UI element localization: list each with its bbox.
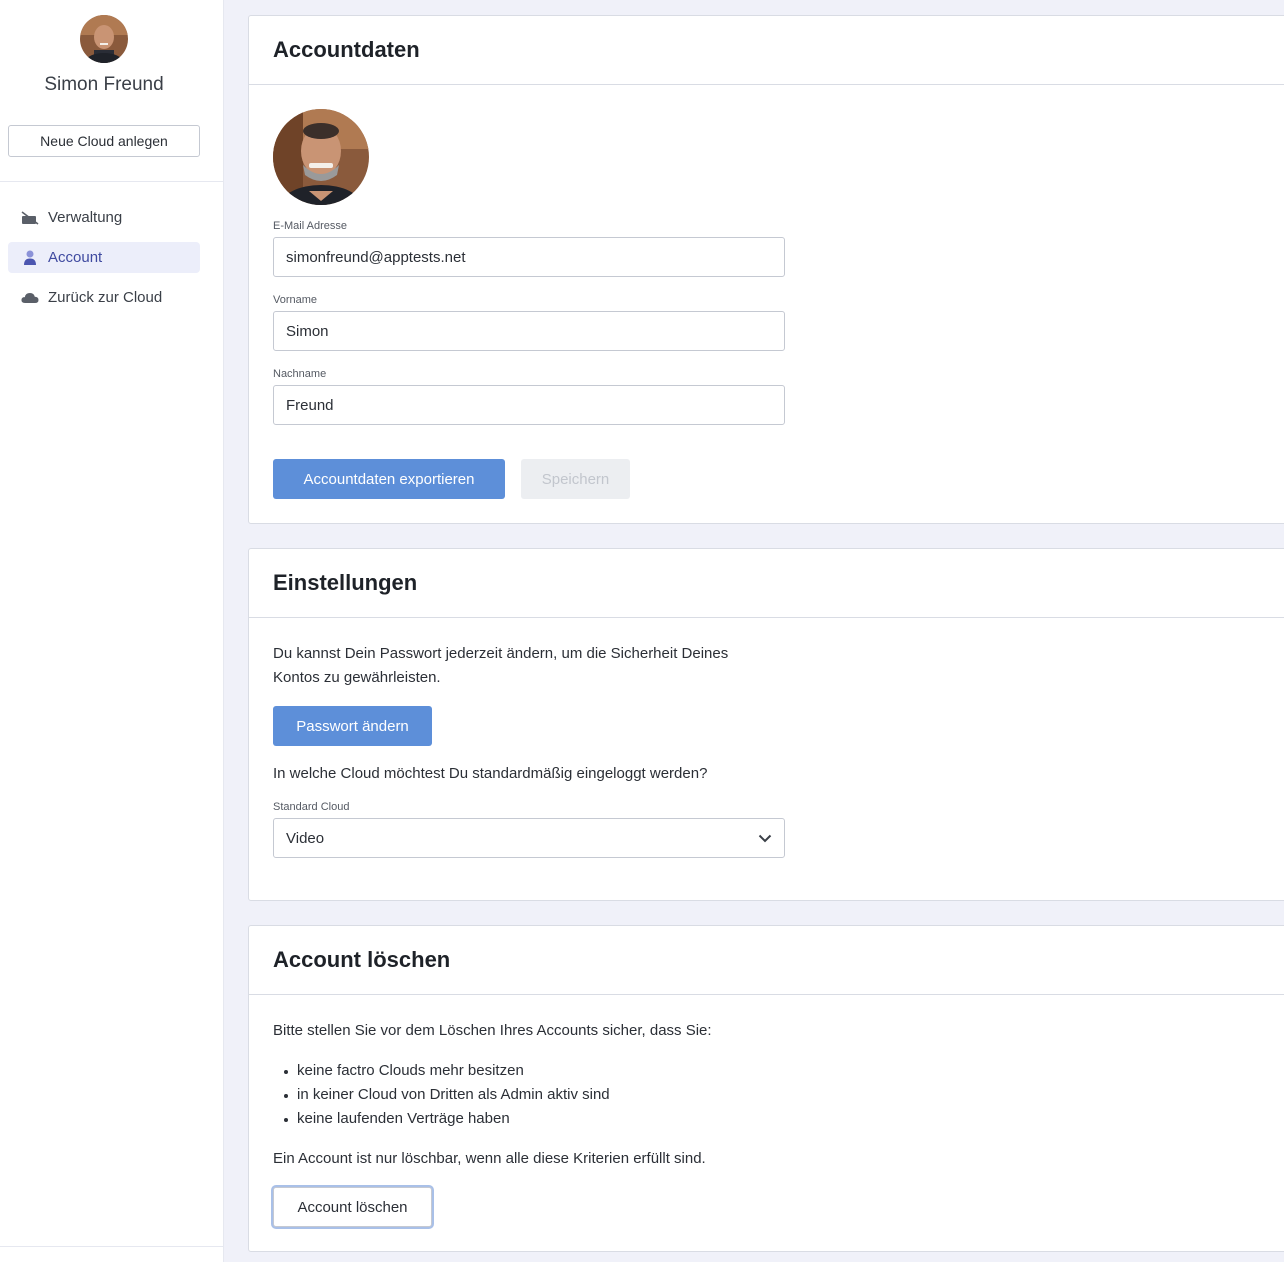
default-cloud-value: Video (286, 829, 325, 847)
default-cloud-select[interactable]: Video (273, 818, 785, 858)
settings-card: Einstellungen Du kannst Dein Passwort je… (248, 548, 1284, 901)
card-title: Einstellungen (273, 570, 418, 595)
default-cloud-question: In welche Cloud möchtest Du standardmäßi… (273, 765, 708, 782)
first-name-label: Vorname (273, 294, 318, 306)
sidebar-item-account[interactable]: Account (8, 242, 200, 273)
sidebar-item-label: Zurück zur Cloud (48, 289, 163, 306)
list-item: in keiner Cloud von Dritten als Admin ak… (284, 1083, 610, 1107)
user-photo-icon (273, 109, 369, 205)
sidebar-bottom-divider (0, 1246, 224, 1247)
user-icon (20, 250, 40, 266)
card-title: Account löschen (273, 947, 451, 972)
change-password-button[interactable]: Passwort ändern (273, 706, 432, 746)
delete-criteria-list: keine factro Clouds mehr besitzen in kei… (284, 1059, 610, 1131)
user-name: Simon Freund (44, 74, 164, 95)
last-name-label: Nachname (273, 368, 327, 380)
profile-avatar[interactable] (273, 109, 369, 205)
delete-account-card: Account löschen Bitte stellen Sie vor de… (248, 925, 1284, 1252)
email-field[interactable] (273, 237, 785, 277)
account-data-card: Accountdaten E-Mail Adresse Vorname Nach… (248, 15, 1284, 524)
cloud-icon (20, 290, 40, 306)
sidebar-item-label: Verwaltung (48, 209, 123, 226)
delete-account-button[interactable]: Account löschen (273, 1187, 432, 1227)
first-name-field[interactable] (273, 311, 785, 351)
sidebar-item-back-to-cloud[interactable]: Zurück zur Cloud (8, 282, 200, 313)
wrench-icon (20, 210, 40, 226)
list-item: keine laufenden Verträge haben (284, 1107, 610, 1131)
sidebar-item-label: Account (48, 249, 103, 266)
card-title: Accountdaten (273, 37, 420, 62)
card-header: Account löschen (249, 926, 1284, 995)
last-name-field[interactable] (273, 385, 785, 425)
card-header: Accountdaten (249, 16, 1284, 85)
sidebar-item-verwaltung[interactable]: Verwaltung (8, 202, 200, 233)
default-cloud-label: Standard Cloud (273, 801, 350, 813)
delete-intro: Bitte stellen Sie vor dem Löschen Ihres … (273, 1022, 712, 1039)
sidebar: Simon Freund Neue Cloud anlegen Verwaltu… (0, 0, 224, 1262)
list-item: keine factro Clouds mehr besitzen (284, 1059, 610, 1083)
user-photo-icon (80, 15, 128, 63)
new-cloud-button[interactable]: Neue Cloud anlegen (8, 125, 200, 157)
save-button[interactable]: Speichern (521, 459, 630, 499)
password-info-line-1: Du kannst Dein Passwort jederzeit ändern… (273, 645, 729, 662)
export-account-data-button[interactable]: Accountdaten exportieren (273, 459, 505, 499)
avatar[interactable] (80, 15, 128, 63)
password-info-line-2: Kontos zu gewährleisten. (273, 669, 441, 686)
email-label: E-Mail Adresse (273, 220, 347, 232)
sidebar-divider (0, 181, 224, 182)
chevron-down-icon (758, 830, 772, 847)
card-header: Einstellungen (249, 549, 1284, 618)
delete-note: Ein Account ist nur löschbar, wenn alle … (273, 1150, 706, 1167)
